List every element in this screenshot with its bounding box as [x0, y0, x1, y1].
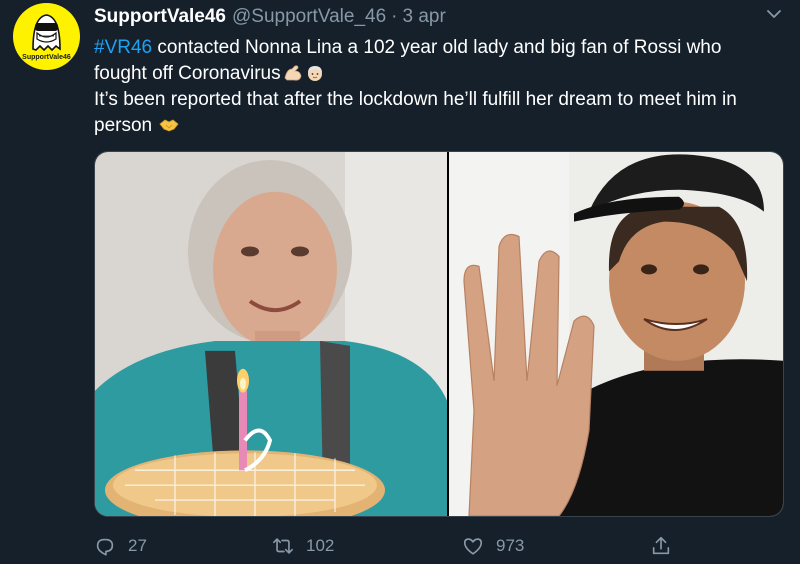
reply-button[interactable]: 27: [94, 532, 147, 560]
tweet-media[interactable]: [94, 151, 784, 517]
reply-count: 27: [128, 536, 147, 555]
heart-icon: [463, 538, 483, 555]
retweet-button[interactable]: 102: [272, 532, 334, 560]
tweet-text: #VR46 contacted Nonna Lina a 102 year ol…: [94, 35, 774, 139]
older-woman-emoji: [307, 66, 322, 81]
flexed-biceps-emoji: [284, 65, 302, 81]
photo-valentino-rossi[interactable]: [449, 152, 784, 516]
share-button[interactable]: [650, 532, 672, 560]
user-handle[interactable]: @SupportVale_46: [232, 6, 386, 27]
reply-icon: [96, 538, 114, 556]
tweet[interactable]: SupportVale46 SupportVale46 @SupportVale_…: [0, 0, 800, 564]
like-count: 973: [496, 536, 525, 555]
retweet-icon: [273, 538, 293, 554]
like-button[interactable]: 973: [462, 532, 524, 560]
tweet-text-line2: It’s been reported that after the lockdo…: [94, 89, 737, 136]
tweet-actions: 27 102 973: [94, 532, 694, 560]
share-icon: [652, 536, 670, 555]
handshake-emoji: [159, 119, 179, 132]
photo-nonna-lina[interactable]: [95, 152, 447, 516]
hashtag-link[interactable]: #VR46: [94, 37, 152, 58]
display-name[interactable]: SupportVale46: [94, 6, 226, 27]
separator-dot: ·: [391, 6, 398, 27]
retweet-count: 102: [306, 536, 335, 555]
avatar-label: SupportVale46: [22, 54, 71, 61]
tweet-date[interactable]: 3 apr: [402, 6, 445, 27]
chevron-down-icon[interactable]: [766, 6, 782, 22]
avatar[interactable]: SupportVale46: [13, 3, 80, 70]
tweet-header: SupportVale46 @SupportVale_46 · 3 apr: [94, 6, 446, 28]
tweet-text-line1: contacted Nonna Lina a 102 year old lady…: [94, 37, 722, 84]
